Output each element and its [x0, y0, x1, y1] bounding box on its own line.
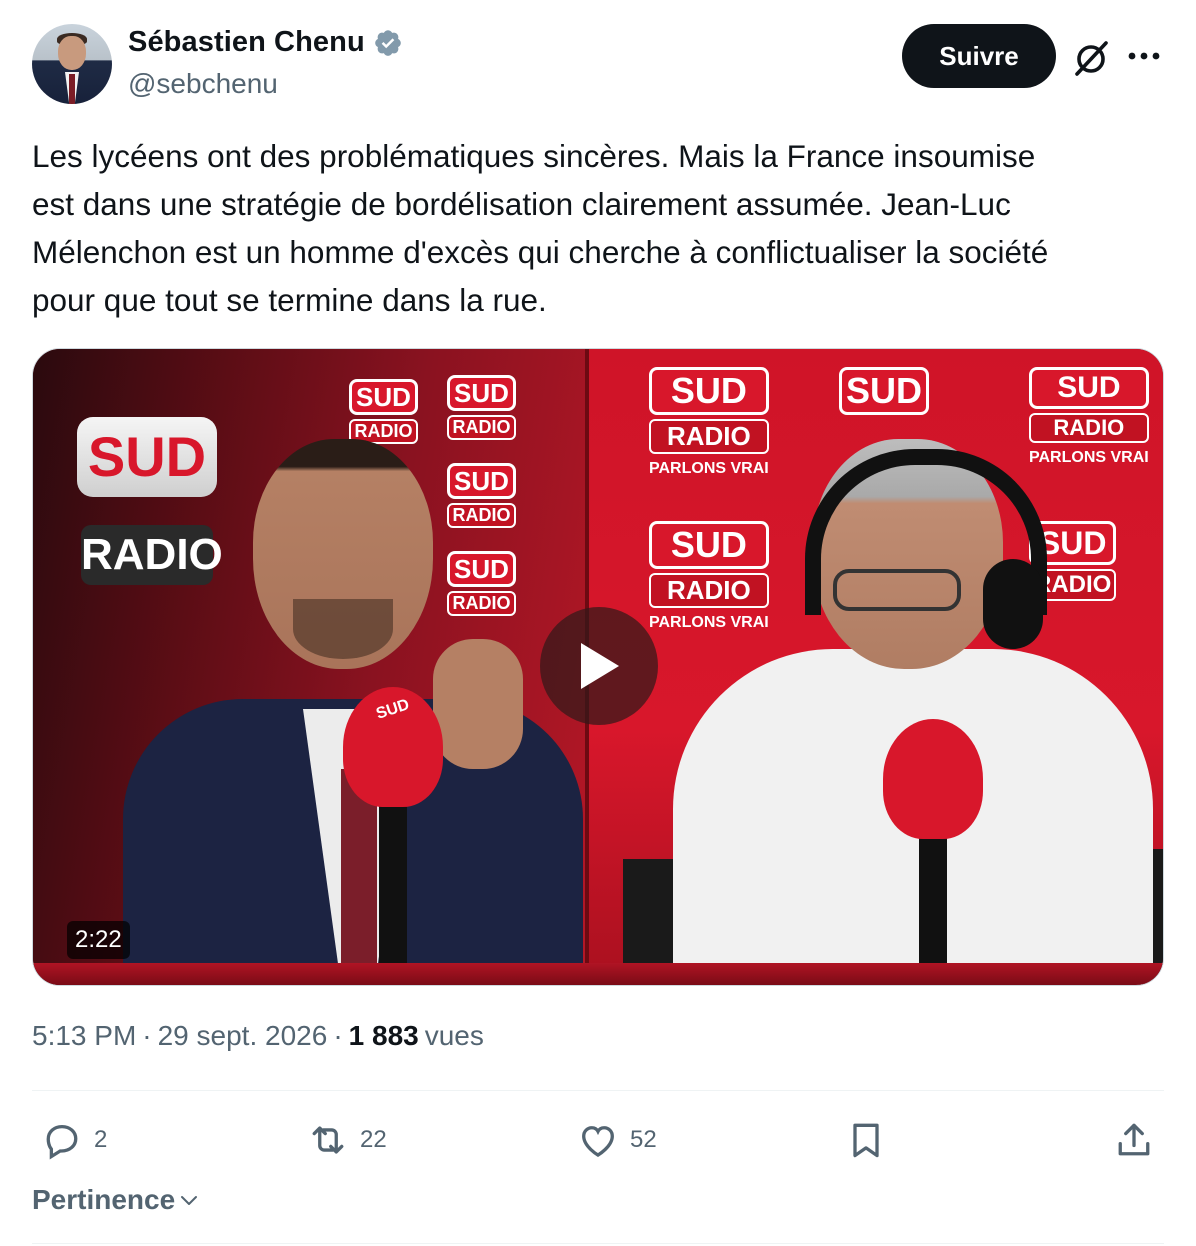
- divider: [32, 1090, 1164, 1091]
- video-duration: 2:22: [67, 921, 130, 959]
- like-count: 52: [630, 1126, 657, 1153]
- microphone-right: [883, 719, 983, 839]
- reply-button[interactable]: 2: [40, 1118, 107, 1162]
- chevron-down-icon: [181, 1196, 198, 1205]
- wall-logo: SUD RADIO: [447, 375, 516, 440]
- sort-dropdown[interactable]: Pertinence: [32, 1184, 201, 1216]
- views-label: vues: [424, 1020, 484, 1051]
- reply-icon: [46, 1124, 78, 1160]
- avatar[interactable]: [32, 24, 112, 104]
- guest-left: SUD: [103, 439, 583, 985]
- like-button[interactable]: 52: [576, 1118, 657, 1162]
- bookmark-button[interactable]: [844, 1118, 888, 1162]
- more-dots-icon[interactable]: [1124, 38, 1164, 74]
- meta-separator: ·: [333, 1020, 343, 1051]
- bookmark-icon: [853, 1123, 879, 1158]
- author-name[interactable]: Sébastien Chenu: [128, 26, 365, 59]
- share-button[interactable]: [1112, 1118, 1156, 1162]
- video-player[interactable]: SUD RADIO SUD RADIO SUD RADIO SUD RADIO SUD…: [32, 348, 1164, 986]
- sort-label: Pertinence: [32, 1184, 176, 1215]
- grok-slash-icon[interactable]: [1070, 38, 1112, 78]
- avatar-face: [58, 36, 86, 70]
- divider: [32, 1243, 1164, 1244]
- repost-icon: [312, 1126, 344, 1154]
- avatar-tie: [69, 74, 75, 104]
- repost-count: 22: [360, 1126, 387, 1153]
- tweet-meta: 5:13 PM · 29 sept. 2026 · 1 883 vues: [32, 1020, 484, 1052]
- repost-button[interactable]: 22: [306, 1118, 387, 1162]
- host-right: [593, 419, 1163, 985]
- follow-button[interactable]: Suivre: [902, 24, 1056, 88]
- tweet-text: Les lycéens ont des problématiques sincè…: [32, 138, 1049, 318]
- author-handle[interactable]: @sebchenu: [128, 68, 278, 100]
- tweet-date[interactable]: 29 sept. 2026: [158, 1020, 328, 1052]
- author-name-row[interactable]: Sébastien Chenu: [128, 26, 403, 59]
- tweet-time[interactable]: 5:13 PM: [32, 1020, 136, 1052]
- wall-logo: SUD RADIO: [349, 379, 418, 444]
- video-left-panel: SUD RADIO SUD RADIO SUD RADIO SUD RADIO SUD…: [33, 349, 585, 985]
- heart-icon: [582, 1126, 614, 1157]
- views-count: 1 883: [348, 1020, 419, 1051]
- reply-count: 2: [94, 1126, 108, 1153]
- play-icon: [581, 643, 619, 689]
- play-button[interactable]: [540, 607, 658, 725]
- share-icon: [1118, 1123, 1150, 1156]
- verified-badge-icon: [374, 29, 401, 56]
- wall-logo: SUD: [839, 367, 930, 415]
- meta-separator: ·: [142, 1020, 152, 1051]
- video-bottom-bar: [33, 963, 1163, 985]
- video-right-panel: SUD RADIO PARLONS VRAI SUD SUD RADIO PAR…: [589, 349, 1163, 985]
